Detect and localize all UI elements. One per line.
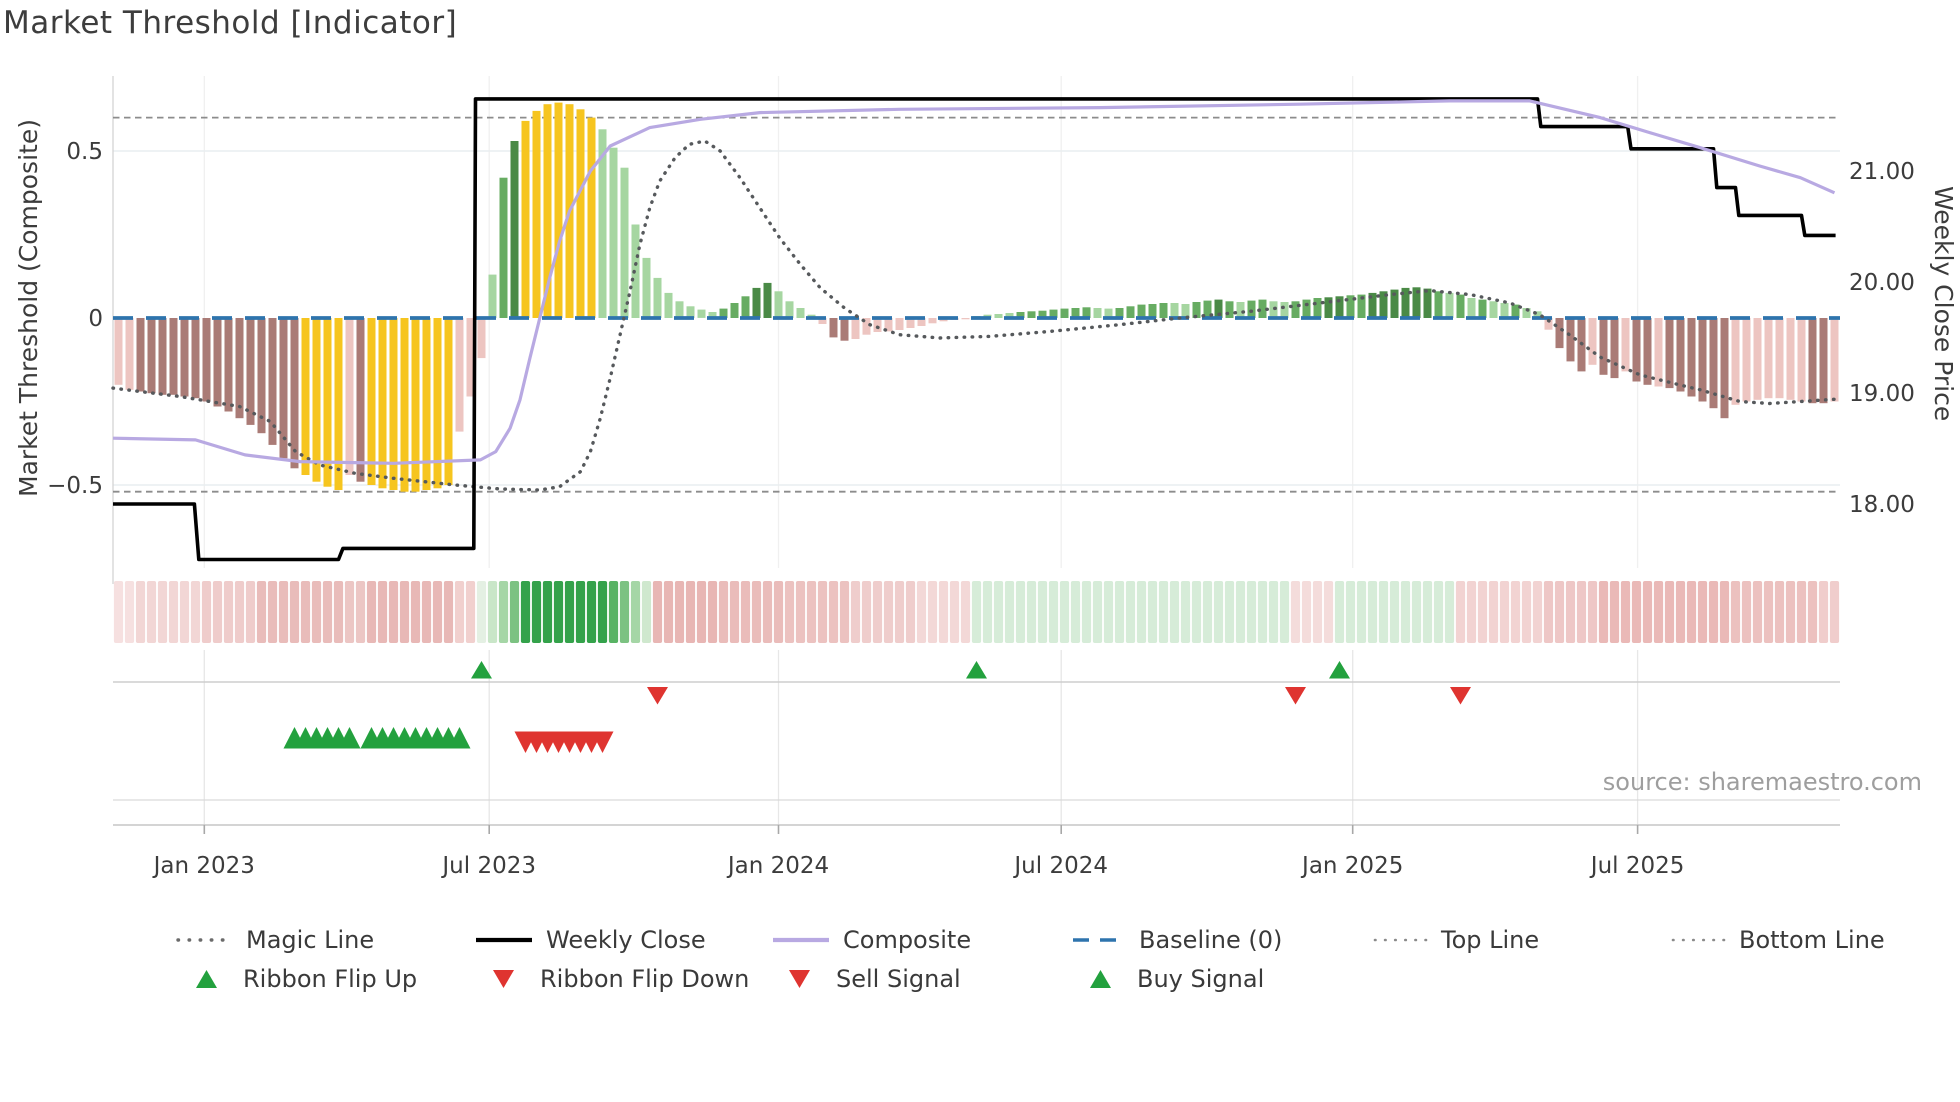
right-axis-tick: 19.00 xyxy=(1849,381,1915,407)
x-axis-tick: Jan 2025 xyxy=(1300,853,1403,879)
histogram-bars xyxy=(114,102,1839,492)
left-axis-tick: −0.5 xyxy=(47,473,103,499)
x-axis-tick: Jul 2023 xyxy=(440,853,536,879)
legend-label: Magic Line xyxy=(246,926,375,954)
top-line-swatch xyxy=(1373,938,1428,942)
legend-ribbon-flip-down: Ribbon Flip Down xyxy=(492,964,749,994)
triangle-down-red-icon xyxy=(493,970,514,988)
left-axis-tick: 0.5 xyxy=(66,139,103,165)
market-threshold-indicator-page: Market Threshold [Indicator] Market Thre… xyxy=(0,0,1960,1102)
right-axis-tick: 20.00 xyxy=(1849,270,1915,296)
triangle-up-icon xyxy=(966,661,987,679)
left-axis-tick: 0 xyxy=(88,306,103,332)
legend-label: Weekly Close xyxy=(546,926,706,954)
x-axis-tick: Jan 2023 xyxy=(152,853,255,879)
legend-baseline: Baseline (0) xyxy=(1072,925,1282,955)
x-axis-tick: Jul 2024 xyxy=(1012,853,1108,879)
legend-top-line: Top Line xyxy=(1372,925,1539,955)
right-axis-tick: 21.00 xyxy=(1849,159,1915,185)
triangle-down-icon xyxy=(647,687,668,705)
legend-ribbon-flip-up: Ribbon Flip Up xyxy=(195,964,417,994)
legend-label: Buy Signal xyxy=(1137,965,1265,993)
x-axis-tick: Jan 2024 xyxy=(726,853,829,879)
triangle-down-red-icon xyxy=(789,970,810,988)
triangle-down-icon xyxy=(1450,687,1471,705)
composite-swatch xyxy=(773,937,829,943)
weekly-close-swatch xyxy=(476,937,532,943)
baseline-swatch xyxy=(1073,938,1125,942)
bottom-line-swatch xyxy=(1671,938,1726,942)
legend-label: Baseline (0) xyxy=(1139,926,1283,954)
legend-sell-signal: Sell Signal xyxy=(788,964,961,994)
triangle-down-icon xyxy=(1285,687,1306,705)
triangle-up-green-icon xyxy=(1090,970,1111,988)
legend-label: Top Line xyxy=(1441,926,1540,954)
signal-markers xyxy=(283,661,1471,753)
x-axis-tick: Jul 2025 xyxy=(1589,853,1685,879)
signal-panel-axes xyxy=(113,681,1840,834)
right-axis-tick: 18.00 xyxy=(1849,492,1915,518)
legend-composite: Composite xyxy=(772,925,971,955)
legend-label: Ribbon Flip Up xyxy=(243,965,418,993)
legend-weekly-close: Weekly Close xyxy=(475,925,706,955)
legend-magic-line: Magic Line xyxy=(175,925,374,955)
legend-label: Sell Signal xyxy=(836,965,961,993)
legend-bottom-line: Bottom Line xyxy=(1670,925,1885,955)
triangle-up-green-icon xyxy=(196,970,217,988)
legend-buy-signal: Buy Signal xyxy=(1089,964,1264,994)
triangle-up-icon xyxy=(1329,661,1350,679)
legend-label: Bottom Line xyxy=(1739,926,1885,954)
legend-label: Ribbon Flip Down xyxy=(540,965,750,993)
trend-ribbon xyxy=(113,581,1840,643)
legend-label: Composite xyxy=(843,926,972,954)
source-credit: source: sharemaestro.com xyxy=(1602,768,1922,796)
magic-line-swatch xyxy=(176,938,233,942)
